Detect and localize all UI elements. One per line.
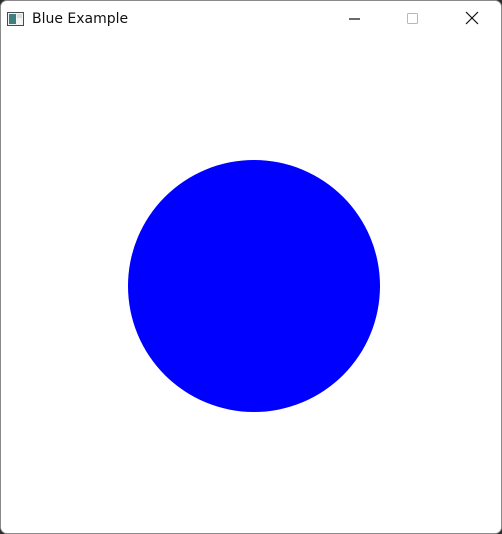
maximize-button[interactable]: [390, 1, 436, 37]
title-bar[interactable]: Blue Example: [1, 1, 501, 37]
app-window: Blue Example: [0, 0, 502, 534]
client-area: [1, 37, 501, 533]
maximize-icon: [407, 10, 419, 29]
minimize-button[interactable]: [332, 1, 378, 37]
close-button[interactable]: [449, 1, 495, 37]
minimize-icon: [349, 10, 361, 29]
close-icon: [465, 10, 479, 29]
blue-circle: [128, 160, 380, 412]
app-window-icon: [7, 11, 24, 26]
window-title: Blue Example: [32, 11, 129, 27]
